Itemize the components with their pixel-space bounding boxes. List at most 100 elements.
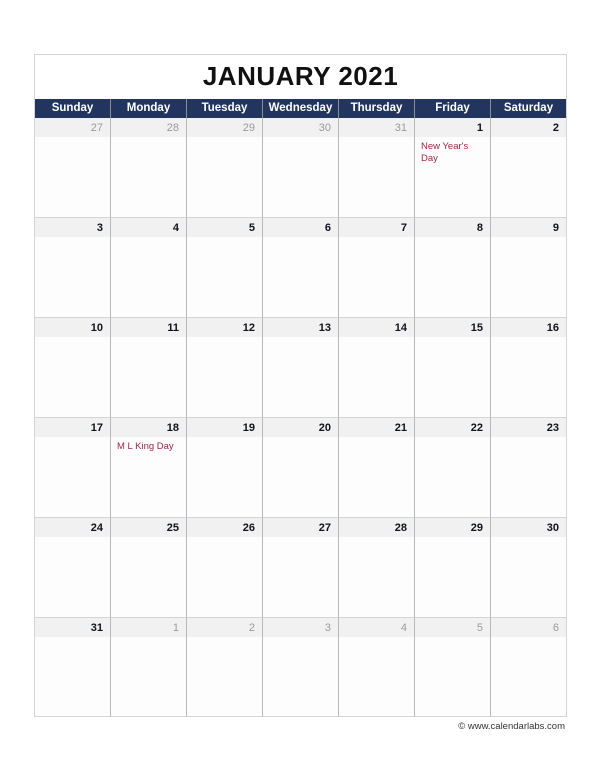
day-cell[interactable]: 6 (263, 218, 339, 318)
day-number-band: 28 (339, 518, 414, 537)
day-number-band: 5 (187, 218, 262, 237)
day-number-band: 26 (187, 518, 262, 537)
day-number: 27 (318, 522, 331, 534)
day-cell[interactable]: 25 (111, 518, 187, 618)
day-cell[interactable]: 30 (263, 118, 339, 218)
day-cell[interactable]: 27 (35, 118, 111, 218)
day-number: 20 (318, 422, 331, 434)
day-cell[interactable]: 5 (415, 618, 491, 717)
day-cell[interactable]: 31 (35, 618, 111, 717)
day-number-band: 30 (263, 118, 338, 137)
day-number: 7 (400, 222, 407, 234)
day-cell[interactable]: 5 (187, 218, 263, 318)
day-number: 19 (242, 422, 255, 434)
day-cell[interactable]: 27 (263, 518, 339, 618)
day-cell[interactable]: 9 (491, 218, 566, 318)
day-cell[interactable]: 30 (491, 518, 566, 618)
day-cell[interactable]: 16 (491, 318, 566, 418)
day-cell[interactable]: 31 (339, 118, 415, 218)
calendar-table: JANUARY 2021 Sunday Monday Tuesday Wedne… (34, 54, 567, 717)
day-cell[interactable]: 11 (111, 318, 187, 418)
calendar-week-row: 10 11 12 13 14 15 16 (35, 318, 566, 418)
day-cell[interactable]: 15 (415, 318, 491, 418)
day-cell[interactable]: 1 New Year's Day (415, 118, 491, 218)
event-label[interactable]: New Year's Day (421, 141, 485, 164)
day-cell[interactable]: 29 (187, 118, 263, 218)
day-cell[interactable]: 13 (263, 318, 339, 418)
weekday-header-tuesday: Tuesday (187, 99, 263, 118)
day-cell[interactable]: 7 (339, 218, 415, 318)
day-number: 31 (394, 122, 407, 134)
day-number: 2 (552, 122, 559, 134)
day-number-band: 6 (491, 618, 566, 637)
day-number: 2 (248, 622, 255, 634)
day-number: 8 (476, 222, 483, 234)
day-number-band: 20 (263, 418, 338, 437)
day-cell[interactable]: 18 M L King Day (111, 418, 187, 518)
calendar-week-row: 3 4 5 6 7 8 9 (35, 218, 566, 318)
day-number: 1 (172, 622, 179, 634)
weekday-label: Friday (435, 102, 470, 114)
day-number: 6 (552, 622, 559, 634)
day-cell[interactable]: 2 (491, 118, 566, 218)
day-events: New Year's Day (415, 137, 490, 164)
calendar-week-row: 24 25 26 27 28 29 30 (35, 518, 566, 618)
day-cell[interactable]: 21 (339, 418, 415, 518)
day-cell[interactable]: 1 (111, 618, 187, 717)
day-number: 3 (324, 622, 331, 634)
day-number: 17 (90, 422, 103, 434)
weekday-label: Saturday (503, 102, 554, 114)
day-number: 28 (394, 522, 407, 534)
day-number: 30 (318, 122, 331, 134)
day-number-band: 6 (263, 218, 338, 237)
day-number-band: 8 (415, 218, 490, 237)
calendar-week-row: 31 1 2 3 4 5 6 (35, 618, 566, 717)
day-cell[interactable]: 4 (111, 218, 187, 318)
day-cell[interactable]: 23 (491, 418, 566, 518)
day-cell[interactable]: 3 (35, 218, 111, 318)
page-title: JANUARY 2021 (202, 61, 399, 91)
calendar-title-bar: JANUARY 2021 (35, 55, 566, 99)
day-number-band: 1 (111, 618, 186, 637)
day-number-band: 4 (339, 618, 414, 637)
day-number: 27 (90, 122, 103, 134)
day-number-band: 14 (339, 318, 414, 337)
day-cell[interactable]: 14 (339, 318, 415, 418)
day-cell[interactable]: 4 (339, 618, 415, 717)
day-number: 24 (90, 522, 103, 534)
day-cell[interactable]: 17 (35, 418, 111, 518)
day-cell[interactable]: 12 (187, 318, 263, 418)
day-number-band: 28 (111, 118, 186, 137)
day-cell[interactable]: 29 (415, 518, 491, 618)
day-number: 31 (90, 622, 103, 634)
day-number: 26 (242, 522, 255, 534)
day-number: 25 (166, 522, 179, 534)
calendar-week-row: 17 18 M L King Day 19 20 21 22 23 (35, 418, 566, 518)
day-events: M L King Day (111, 437, 186, 453)
day-cell[interactable]: 20 (263, 418, 339, 518)
day-number: 11 (167, 322, 179, 334)
event-label[interactable]: M L King Day (117, 441, 181, 453)
day-number-band: 24 (35, 518, 110, 537)
weekday-header-saturday: Saturday (491, 99, 566, 118)
day-number-band: 11 (111, 318, 186, 337)
calendar-week-row: 27 28 29 30 31 1 New Year's Day 2 (35, 118, 566, 218)
day-cell[interactable]: 3 (263, 618, 339, 717)
footer: © www.calendarlabs.com (34, 716, 567, 734)
day-cell[interactable]: 6 (491, 618, 566, 717)
day-cell[interactable]: 24 (35, 518, 111, 618)
day-number: 30 (546, 522, 559, 534)
weekday-header-monday: Monday (111, 99, 187, 118)
day-number: 15 (470, 322, 483, 334)
day-cell[interactable]: 10 (35, 318, 111, 418)
day-cell[interactable]: 2 (187, 618, 263, 717)
day-cell[interactable]: 19 (187, 418, 263, 518)
day-number-band: 22 (415, 418, 490, 437)
day-number: 23 (546, 422, 559, 434)
day-cell[interactable]: 22 (415, 418, 491, 518)
day-cell[interactable]: 28 (339, 518, 415, 618)
day-cell[interactable]: 8 (415, 218, 491, 318)
day-cell[interactable]: 28 (111, 118, 187, 218)
day-cell[interactable]: 26 (187, 518, 263, 618)
day-number: 9 (552, 222, 559, 234)
